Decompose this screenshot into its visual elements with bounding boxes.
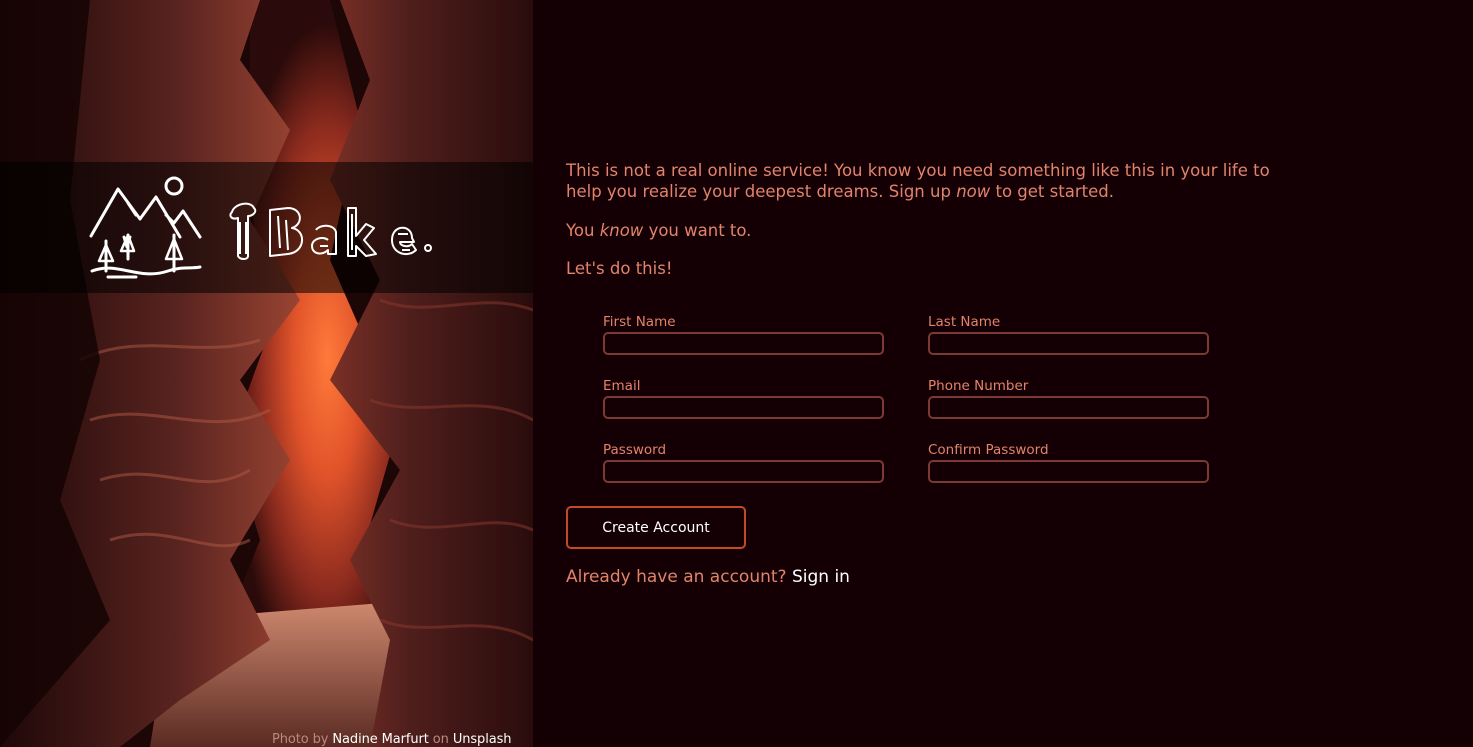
credit-on: on (432, 732, 449, 747)
intro-p1-text-end: to get started. (995, 182, 1114, 201)
first-name-label: First Name (603, 314, 676, 330)
intro-p2-text-end: you want to. (648, 221, 752, 240)
hero-panel: Photo by Nadine Marfurt on Unsplash (0, 0, 533, 747)
email-group: Email (603, 378, 885, 419)
phone-group: Phone Number (928, 378, 1210, 419)
password-label: Password (603, 442, 667, 458)
last-name-group: Last Name (928, 314, 1210, 355)
canyon-photo (0, 0, 533, 747)
password-field[interactable] (603, 460, 884, 483)
phone-label: Phone Number (928, 378, 1029, 394)
credit-author-link[interactable]: Nadine Marfurt (332, 732, 428, 747)
last-name-field[interactable] (928, 332, 1209, 355)
password-group: Password (603, 442, 885, 483)
email-label: Email (603, 378, 641, 394)
confirm-password-group: Confirm Password (928, 442, 1210, 483)
intro-p1-emphasis: now (956, 182, 991, 201)
intro-paragraph-3: Let's do this! (566, 259, 673, 278)
first-name-group: First Name (603, 314, 885, 355)
signin-prompt-text: Already have an account? (566, 567, 787, 587)
email-field[interactable] (603, 396, 884, 419)
intro-p2-emphasis: know (599, 221, 644, 240)
intro-p1-text: This is not a real online service! You k… (566, 161, 1270, 201)
credit-prefix: Photo by (272, 732, 329, 747)
credit-source-link[interactable]: Unsplash (453, 732, 512, 747)
phone-field[interactable] (928, 396, 1209, 419)
brand-wordmark (229, 202, 432, 260)
first-name-field[interactable] (603, 332, 884, 355)
intro-paragraph-1: This is not a real online service! You k… (566, 160, 1296, 202)
intro-p2-text: You (566, 221, 595, 240)
signin-link[interactable]: Sign in (792, 567, 850, 587)
signin-prompt: Already have an account? Sign in (566, 567, 850, 587)
create-account-button[interactable]: Create Account (566, 506, 746, 549)
confirm-password-field[interactable] (928, 460, 1209, 483)
last-name-label: Last Name (928, 314, 1001, 330)
intro-text: This is not a real online service! You k… (566, 160, 1326, 279)
photo-credit: Photo by Nadine Marfurt on Unsplash (272, 732, 512, 747)
confirm-password-label: Confirm Password (928, 442, 1049, 458)
intro-paragraph-2: You know you want to. (566, 220, 1326, 241)
mountain-logo-icon (89, 176, 202, 279)
